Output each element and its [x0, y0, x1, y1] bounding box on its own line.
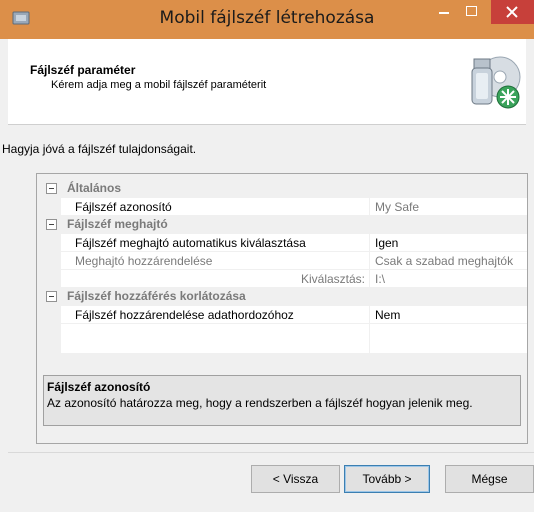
- back-button[interactable]: < Vissza: [251, 465, 340, 493]
- instruction-text: Hagyja jóvá a fájlszéf tulajdonságait.: [2, 142, 197, 156]
- description-text: Az azonosító határozza meg, hogy a rends…: [47, 396, 473, 410]
- property-value[interactable]: My Safe: [375, 200, 419, 214]
- property-row-auto-select[interactable]: Fájlszéf meghajtó automatikus kiválasztá…: [43, 234, 527, 252]
- property-value[interactable]: Csak a szabad meghajtók: [375, 254, 513, 268]
- property-row-empty: [43, 324, 527, 354]
- maximize-icon: [466, 6, 477, 16]
- property-row-selection[interactable]: Kiválasztás: I:\: [43, 270, 527, 288]
- header-title: Fájlszéf paraméter: [30, 63, 136, 77]
- description-title: Fájlszéf azonosító: [47, 380, 151, 394]
- property-row-safe-id[interactable]: Fájlszéf azonosító My Safe: [43, 198, 527, 216]
- property-grid: Általános Fájlszéf azonosító My Safe Fáj…: [43, 180, 527, 354]
- property-name: Fájlszéf hozzárendelése adathordozóhoz: [75, 308, 294, 322]
- description-panel: Fájlszéf azonosító Az azonosító határozz…: [43, 375, 521, 426]
- category-row-general[interactable]: Általános: [43, 180, 527, 198]
- property-name: Fájlszéf azonosító: [75, 200, 172, 214]
- usb-drive-icon: [471, 56, 521, 109]
- property-name: Kiválasztás:: [300, 272, 365, 286]
- collapse-icon[interactable]: [46, 219, 57, 230]
- property-panel: Általános Fájlszéf azonosító My Safe Fáj…: [36, 173, 528, 444]
- cancel-button[interactable]: Mégse: [445, 465, 534, 493]
- property-value[interactable]: Nem: [375, 308, 400, 322]
- footer-divider: [8, 452, 534, 453]
- property-name: Fájlszéf meghajtó automatikus kiválasztá…: [75, 236, 306, 250]
- title-bar[interactable]: Mobil fájlszéf létrehozása: [0, 0, 534, 39]
- property-row-media-binding[interactable]: Fájlszéf hozzárendelése adathordozóhoz N…: [43, 306, 527, 324]
- category-label: Fájlszéf hozzáférés korlátozása: [67, 289, 246, 303]
- wizard-header: Fájlszéf paraméter Kérem adja meg a mobi…: [8, 39, 526, 125]
- collapse-icon[interactable]: [46, 291, 57, 302]
- category-label: Fájlszéf meghajtó: [67, 217, 168, 231]
- category-label: Általános: [67, 181, 122, 195]
- close-icon: [506, 6, 518, 18]
- property-name: Meghajtó hozzárendelése: [75, 254, 213, 268]
- category-row-access[interactable]: Fájlszéf hozzáférés korlátozása: [43, 288, 527, 306]
- property-value[interactable]: Igen: [375, 236, 398, 250]
- wizard-window: Mobil fájlszéf létrehozása Fájlszéf para…: [0, 0, 534, 512]
- maximize-button[interactable]: [458, 0, 486, 24]
- collapse-icon[interactable]: [46, 183, 57, 194]
- property-value[interactable]: I:\: [375, 272, 385, 286]
- close-button[interactable]: [491, 0, 534, 24]
- property-row-drive-assign[interactable]: Meghajtó hozzárendelése Csak a szabad me…: [43, 252, 527, 270]
- category-row-drive[interactable]: Fájlszéf meghajtó: [43, 216, 527, 234]
- minimize-button[interactable]: [430, 0, 458, 24]
- header-subtitle: Kérem adja meg a mobil fájlszéf paraméte…: [51, 79, 267, 91]
- next-button[interactable]: Tovább >: [344, 465, 430, 493]
- minimize-icon: [439, 12, 449, 14]
